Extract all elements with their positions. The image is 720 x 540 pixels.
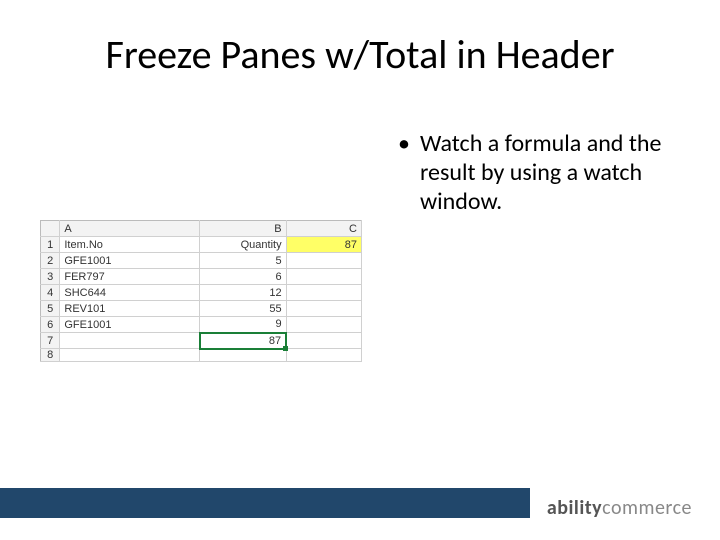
- cell: [286, 269, 361, 285]
- spreadsheet-table: A B C 1 Item.No Quantity 87 2 GFE1001 5 …: [40, 220, 362, 362]
- cell-highlighted: 87: [286, 237, 361, 253]
- cell: 5: [200, 253, 286, 269]
- row-header: 7: [41, 333, 60, 349]
- cell: FER797: [60, 269, 200, 285]
- row-header: 5: [41, 301, 60, 317]
- row-header: 4: [41, 285, 60, 301]
- row-header: 3: [41, 269, 60, 285]
- col-header-c: C: [286, 221, 361, 237]
- cell: 12: [200, 285, 286, 301]
- cell: [200, 349, 286, 362]
- logo-light: commerce: [602, 496, 692, 520]
- row-header: 2: [41, 253, 60, 269]
- slide-title: Freeze Panes w/Total in Header: [0, 30, 720, 79]
- table-row: 4 SHC644 12: [41, 285, 362, 301]
- bullet-block: • Watch a formula and the result by usin…: [398, 130, 678, 216]
- column-header-row: A B C: [41, 221, 362, 237]
- bullet-dot: •: [398, 130, 420, 216]
- slide: Freeze Panes w/Total in Header • Watch a…: [0, 0, 720, 540]
- table-row: 1 Item.No Quantity 87: [41, 237, 362, 253]
- cell: 6: [200, 269, 286, 285]
- cell: GFE1001: [60, 317, 200, 333]
- table-row: 8: [41, 349, 362, 362]
- row-header: 8: [41, 349, 60, 362]
- logo: abilitycommerce: [547, 496, 692, 520]
- row-header: 1: [41, 237, 60, 253]
- cell: [286, 285, 361, 301]
- cell: [286, 301, 361, 317]
- table-row: 5 REV101 55: [41, 301, 362, 317]
- cell: [60, 333, 200, 349]
- table-row: 3 FER797 6: [41, 269, 362, 285]
- corner-cell: [41, 221, 60, 237]
- cell: [286, 317, 361, 333]
- cell: [286, 253, 361, 269]
- cell: REV101: [60, 301, 200, 317]
- bullet-text: Watch a formula and the result by using …: [420, 130, 678, 216]
- cell: [286, 333, 361, 349]
- cell: Item.No: [60, 237, 200, 253]
- cell: 9: [200, 317, 286, 333]
- spreadsheet: A B C 1 Item.No Quantity 87 2 GFE1001 5 …: [40, 220, 362, 362]
- table-row: 7 87: [41, 333, 362, 349]
- cell: SHC644: [60, 285, 200, 301]
- footer-bar: [0, 488, 530, 518]
- col-header-b: B: [200, 221, 286, 237]
- logo-bold: ability: [547, 496, 602, 520]
- cell: [60, 349, 200, 362]
- col-header-a: A: [60, 221, 200, 237]
- cell: GFE1001: [60, 253, 200, 269]
- table-row: 2 GFE1001 5: [41, 253, 362, 269]
- cell: 55: [200, 301, 286, 317]
- row-header: 6: [41, 317, 60, 333]
- cell-selected: 87: [200, 333, 286, 349]
- cell: [286, 349, 361, 362]
- table-row: 6 GFE1001 9: [41, 317, 362, 333]
- cell: Quantity: [200, 237, 286, 253]
